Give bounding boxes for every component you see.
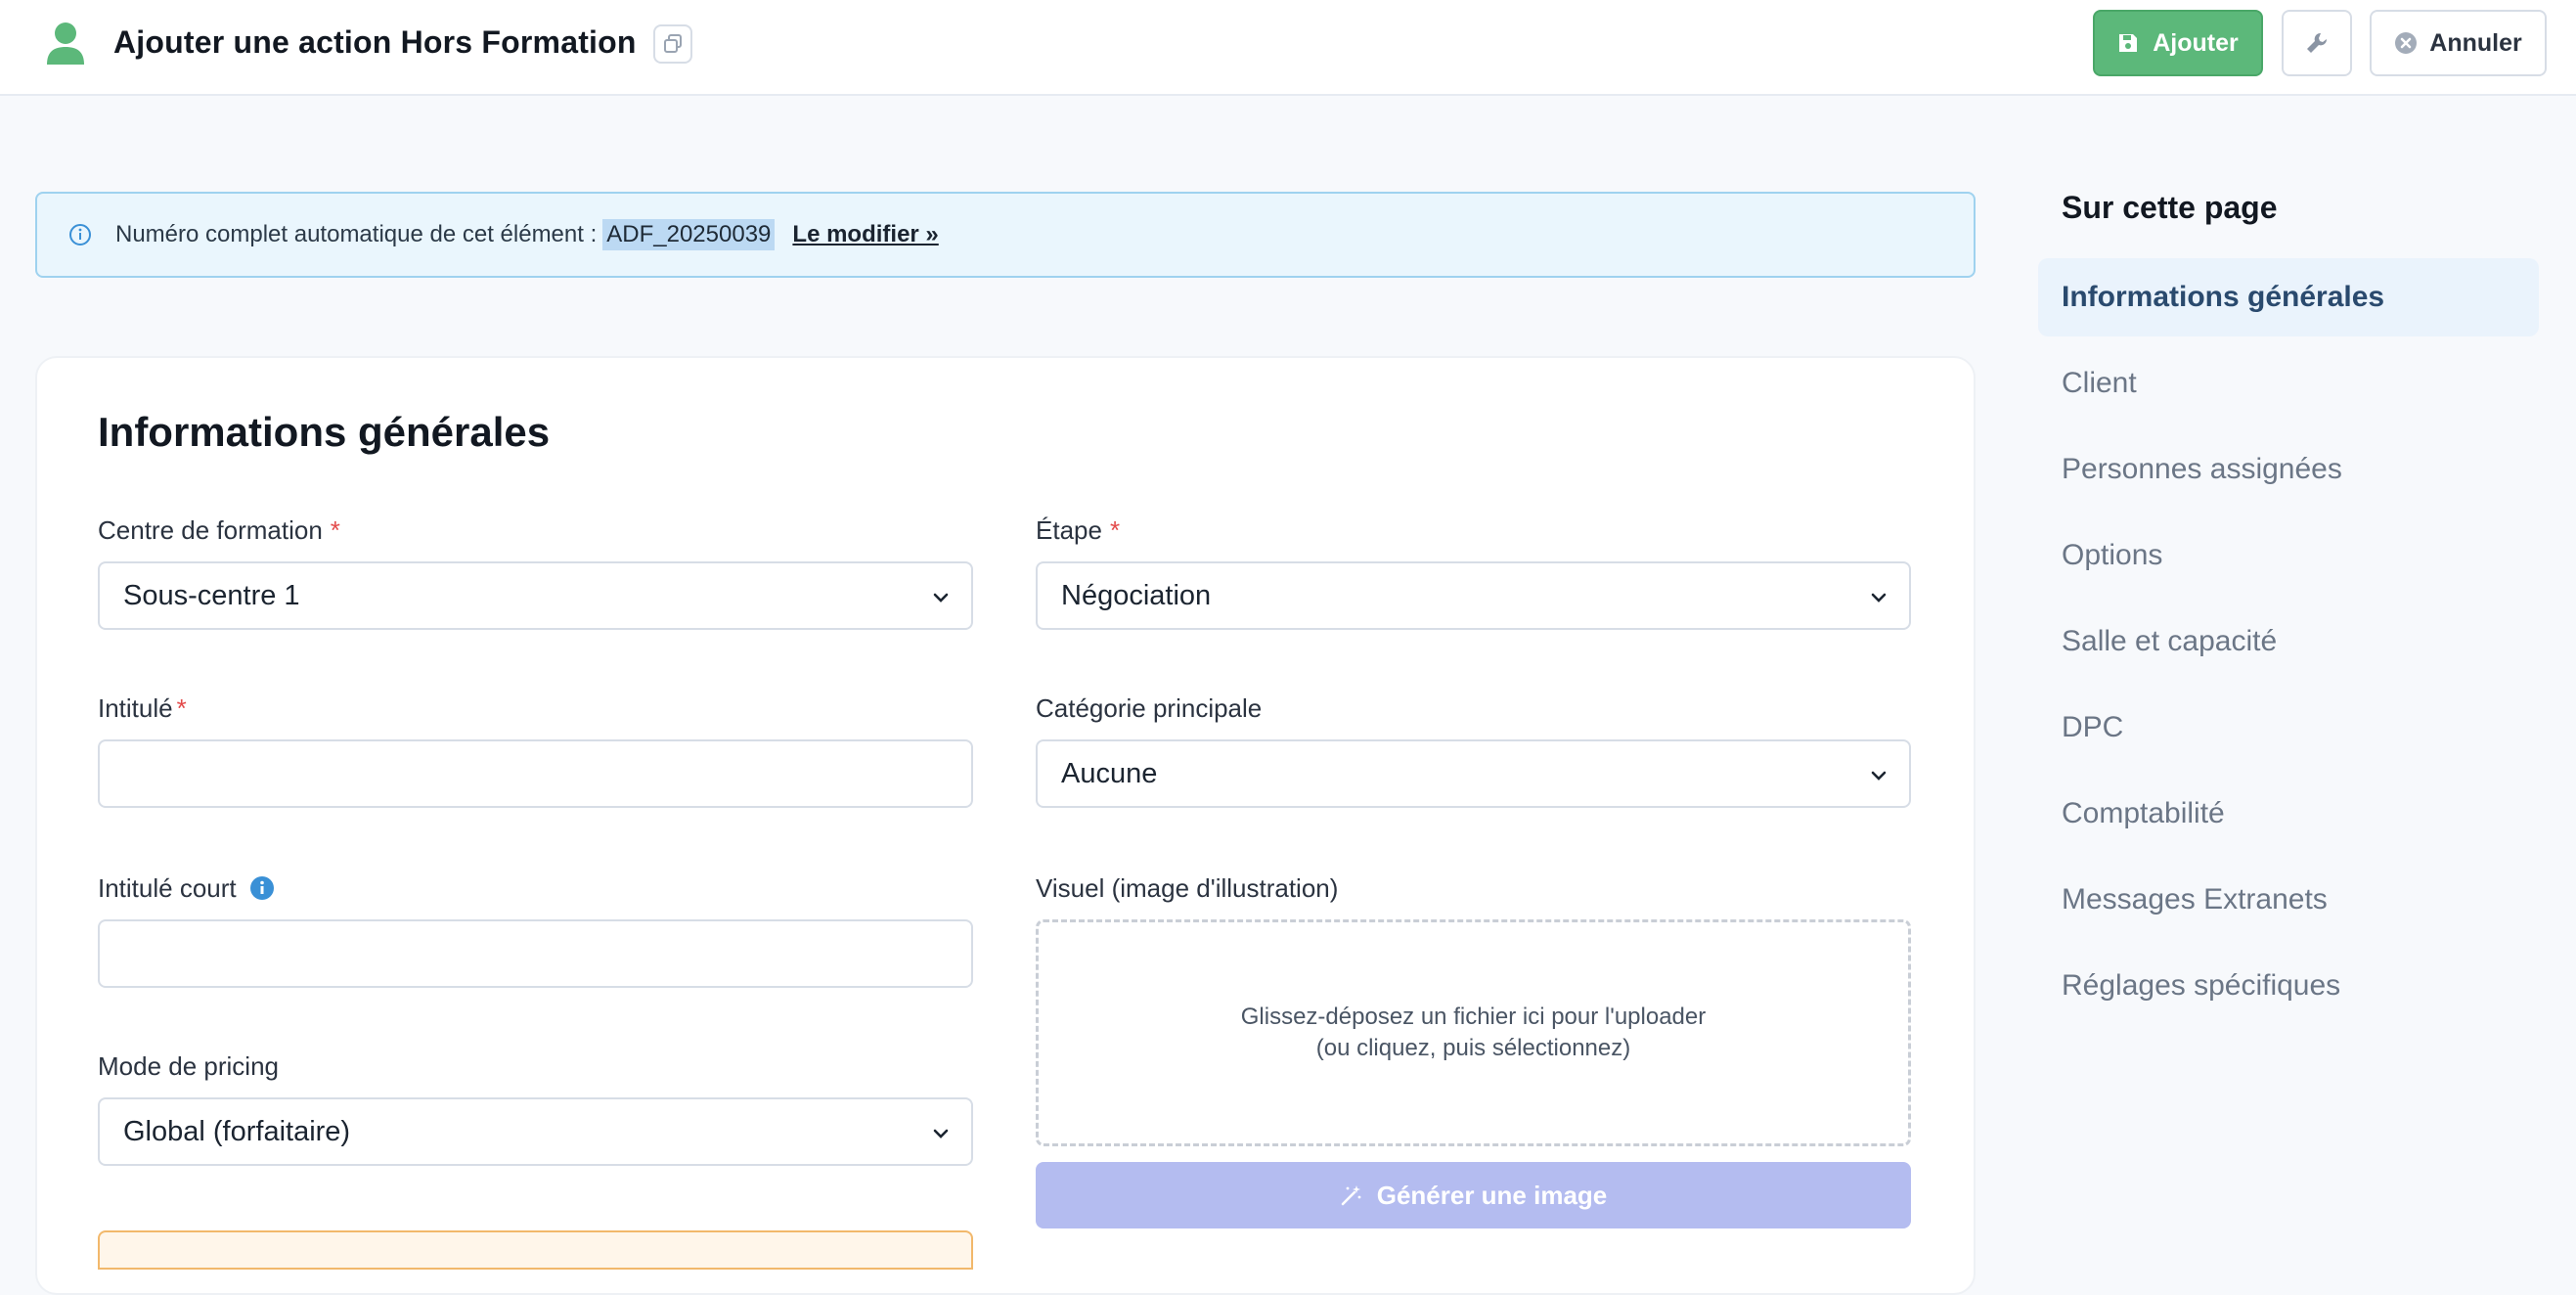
save-icon — [2119, 34, 2138, 52]
info-icon[interactable] — [249, 875, 275, 901]
intitule-court-input[interactable] — [98, 919, 973, 988]
required-marker: * — [330, 515, 340, 545]
dropzone-text-line2: (ou cliquez, puis sélectionnez) — [1315, 1035, 1631, 1061]
toc-item-personnes-assignees[interactable]: Personnes assignées — [2038, 430, 2539, 509]
chevron-down-icon — [1871, 593, 1887, 603]
visuel-label: Visuel (image d'illustration) — [1036, 873, 1339, 903]
image-dropzone[interactable]: Glissez-déposez un fichier ici pour l'up… — [1036, 919, 1911, 1146]
toc-item-client[interactable]: Client — [2038, 344, 2539, 423]
tools-button[interactable] — [2282, 10, 2352, 76]
pricing-value: Global (forfaitaire) — [123, 1115, 351, 1147]
copy-icon — [664, 34, 682, 53]
intitule-label-text: Intitulé — [98, 693, 173, 723]
toc-item-salle-capacite[interactable]: Salle et capacité — [2038, 603, 2539, 681]
info-banner: Numéro complet automatique de cet élémen… — [35, 192, 1976, 278]
chevron-down-icon — [933, 593, 949, 603]
cancel-button-label: Annuler — [2429, 28, 2522, 57]
pricing-label: Mode de pricing — [98, 1051, 279, 1081]
modify-link[interactable]: Le modifier » — [792, 221, 938, 248]
toc-item-options[interactable]: Options — [2038, 516, 2539, 595]
etape-label-text: Étape — [1036, 515, 1102, 545]
magic-wand-icon — [1341, 1185, 1361, 1206]
banner-text: Numéro complet automatique de cet élémen… — [115, 221, 598, 247]
toc-title: Sur cette page — [2062, 190, 2278, 225]
cancel-button[interactable]: Annuler — [2370, 10, 2547, 76]
add-button[interactable]: Ajouter — [2093, 10, 2263, 76]
generate-image-label: Générer une image — [1376, 1180, 1608, 1210]
centre-label: Centre de formation * — [98, 514, 340, 546]
copy-button[interactable] — [653, 24, 692, 64]
categorie-select[interactable]: Aucune — [1036, 739, 1911, 808]
close-circle-icon — [2395, 32, 2418, 54]
page-title: Ajouter une action Hors Formation — [113, 24, 637, 60]
warning-box — [98, 1230, 973, 1270]
toc-item-reglages-specifiques[interactable]: Réglages spécifiques — [2038, 947, 2539, 1025]
user-icon — [47, 22, 84, 65]
intitule-court-label: Intitulé court — [98, 872, 275, 904]
etape-value: Négociation — [1061, 579, 1212, 611]
toc-item-informations-generales[interactable]: Informations générales — [2038, 258, 2539, 336]
centre-select[interactable]: Sous-centre 1 — [98, 561, 973, 630]
categorie-label: Catégorie principale — [1036, 693, 1263, 723]
centre-label-text: Centre de formation — [98, 515, 323, 545]
pricing-select[interactable]: Global (forfaitaire) — [98, 1097, 973, 1166]
centre-value: Sous-centre 1 — [123, 579, 300, 611]
info-icon — [69, 224, 91, 246]
toc-item-messages-extranets[interactable]: Messages Extranets — [2038, 861, 2539, 939]
reference-number: ADF_20250039 — [602, 219, 776, 250]
generate-image-button[interactable]: Générer une image — [1036, 1162, 1911, 1228]
top-bar: Ajouter une action Hors Formation Ajoute… — [0, 0, 2576, 96]
intitule-input[interactable] — [98, 739, 973, 808]
section-title: Informations générales — [98, 409, 551, 455]
categorie-value: Aucune — [1061, 757, 1158, 789]
wrench-icon — [2307, 32, 2328, 53]
chevron-down-icon — [1871, 771, 1887, 781]
required-marker: * — [1109, 515, 1121, 545]
chevron-down-icon — [933, 1129, 949, 1139]
toc-item-dpc[interactable]: DPC — [2038, 689, 2539, 767]
etape-label: Étape * — [1036, 514, 1120, 546]
toc-item-comptabilite[interactable]: Comptabilité — [2038, 775, 2539, 853]
intitule-court-label-text: Intitulé court — [98, 873, 237, 903]
dropzone-text-line1: Glissez-déposez un fichier ici pour l'up… — [1240, 1004, 1707, 1030]
etape-select[interactable]: Négociation — [1036, 561, 1911, 630]
add-button-label: Ajouter — [2153, 28, 2239, 57]
intitule-label: Intitulé * — [98, 692, 187, 724]
required-marker: * — [176, 693, 187, 723]
